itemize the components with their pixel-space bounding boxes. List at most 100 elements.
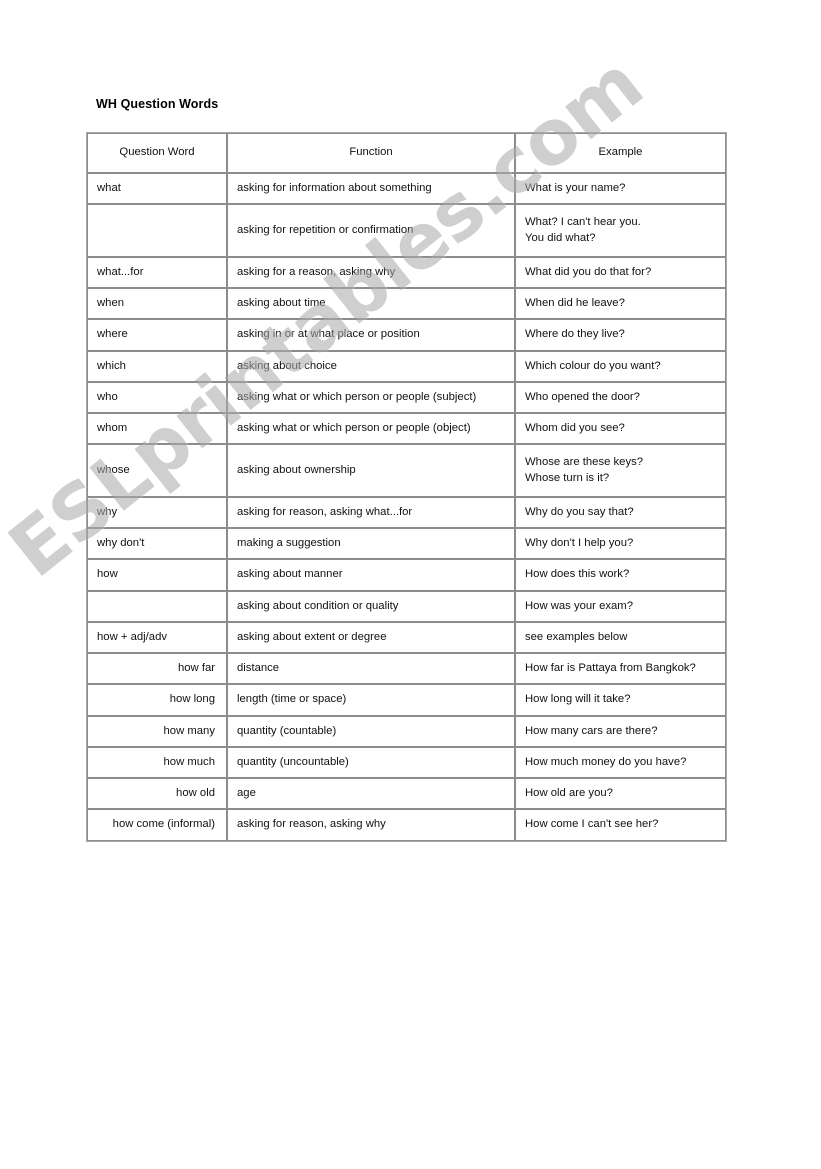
cell-function: asking for repetition or confirmation	[227, 204, 515, 257]
example-line: How long will it take?	[525, 693, 631, 706]
cell-example: How far is Pattaya from Bangkok?	[515, 653, 726, 685]
cell-example: Which colour do you want?	[515, 350, 726, 382]
example-line: How was your exam?	[525, 599, 633, 612]
cell-question-word: how long	[87, 684, 227, 716]
cell-question-word: where	[87, 319, 227, 351]
cell-question-word: how much	[87, 746, 227, 778]
cell-question-word	[87, 204, 227, 257]
cell-function: asking about ownership	[227, 444, 515, 497]
cell-question-word: how many	[87, 715, 227, 747]
cell-question-word: how	[87, 559, 227, 591]
cell-example: How does this work?	[515, 559, 726, 591]
example-line: Who opened the door?	[525, 390, 640, 403]
cell-example: What is your name?	[515, 173, 726, 205]
cell-example: What? I can't hear you. You did what?	[515, 204, 726, 257]
column-header-example: Example	[515, 133, 726, 173]
table-row: how much quantity (uncountable) How much m…	[87, 746, 726, 778]
cell-question-word: what...for	[87, 256, 227, 288]
cell-example: How long will it take?	[515, 684, 726, 716]
cell-question-word: what	[87, 173, 227, 205]
wh-question-words-table: Question Word Function Example what askin…	[86, 132, 727, 842]
cell-question-word: who	[87, 381, 227, 413]
example-line: What is your name?	[525, 182, 626, 194]
cell-example: How come I can't see her?	[515, 809, 726, 841]
cell-example: Whose are these keys? Whose turn is it?	[515, 444, 726, 497]
cell-function: asking for a reason, asking why	[227, 256, 515, 288]
cell-question-word: how old	[87, 778, 227, 810]
cell-function: distance	[227, 653, 515, 685]
cell-question-word: whose	[87, 444, 227, 497]
wh-question-words-table-container: Question Word Function Example what askin…	[86, 132, 727, 842]
example-line: What? I can't hear you.	[525, 216, 641, 229]
cell-example: Why don't I help you?	[515, 528, 726, 560]
cell-function: asking for information about something	[227, 173, 515, 205]
cell-function: making a suggestion	[227, 528, 515, 560]
cell-question-word: when	[87, 288, 227, 320]
cell-example: How many cars are there?	[515, 715, 726, 747]
cell-function: asking about extent or degree	[227, 621, 515, 653]
cell-function: asking about time	[227, 288, 515, 320]
cell-function: asking what or which person or people (o…	[227, 413, 515, 445]
cell-example: Who opened the door?	[515, 381, 726, 413]
cell-question-word	[87, 590, 227, 622]
cell-function: length (time or space)	[227, 684, 515, 716]
cell-question-word: why don't	[87, 528, 227, 560]
cell-function: asking about condition or quality	[227, 590, 515, 622]
page-title: WH Question Words	[96, 97, 219, 111]
cell-example: What did you do that for?	[515, 256, 726, 288]
cell-function: quantity (uncountable)	[227, 746, 515, 778]
table-row: how many quantity (countable) How many car…	[87, 715, 726, 747]
cell-example: When did he leave?	[515, 288, 726, 320]
cell-function: asking about choice	[227, 350, 515, 382]
example-line: Why do you say that?	[525, 505, 634, 518]
table-row: how asking about manner How does this work…	[87, 559, 726, 591]
table-header: Question Word Function Example	[87, 133, 726, 173]
example-line: Why don't I help you?	[525, 537, 634, 549]
cell-function: asking for reason, asking why	[227, 809, 515, 841]
table-header-row: Question Word Function Example	[87, 133, 726, 173]
table-row: whom asking what or which person or peopl…	[87, 413, 726, 445]
table-row: why don't making a suggestion Why don't I …	[87, 528, 726, 560]
cell-example: see examples below	[515, 621, 726, 653]
example-line: How many cars are there?	[525, 724, 658, 737]
example-line: How much money do you have?	[525, 755, 687, 768]
column-header-question-word: Question Word	[87, 133, 227, 173]
table-row: how far distance How far is Pattaya from B…	[87, 653, 726, 685]
example-line: You did what?	[525, 231, 596, 244]
cell-question-word: why	[87, 496, 227, 528]
cell-example: How old are you?	[515, 778, 726, 810]
cell-function: quantity (countable)	[227, 715, 515, 747]
table-row: asking about condition or quality How was…	[87, 590, 726, 622]
table-row: when asking about time When did he leave?	[87, 288, 726, 320]
table-row: whose asking about ownership Whose are the…	[87, 444, 726, 497]
cell-function: asking for reason, asking what...for	[227, 496, 515, 528]
cell-example: Whom did you see?	[515, 413, 726, 445]
example-line: Which colour do you want?	[525, 359, 661, 372]
column-header-function: Function	[227, 133, 515, 173]
table-row: how + adj/adv asking about extent or degr…	[87, 621, 726, 653]
cell-question-word: how + adj/adv	[87, 621, 227, 653]
cell-function: asking what or which person or people (s…	[227, 381, 515, 413]
table-row: asking for repetition or confirmation Wha…	[87, 204, 726, 257]
example-line: When did he leave?	[525, 297, 625, 309]
cell-function: asking in or at what place or position	[227, 319, 515, 351]
cell-example: How much money do you have?	[515, 746, 726, 778]
table-row: what...for asking for a reason, asking wh…	[87, 256, 726, 288]
table-row: how come (informal) asking for reason, as…	[87, 809, 726, 841]
cell-function: age	[227, 778, 515, 810]
table-body: what asking for information about somethi…	[87, 173, 726, 841]
table-row: who asking what or which person or people…	[87, 381, 726, 413]
example-line: see examples below	[525, 630, 628, 643]
example-line: What did you do that for?	[525, 265, 652, 278]
cell-example: Why do you say that?	[515, 496, 726, 528]
cell-example: Where do they live?	[515, 319, 726, 351]
worksheet-page: WH Question Words Question Word Function…	[0, 0, 821, 1169]
table-row: how old age How old are you?	[87, 778, 726, 810]
cell-function: asking about manner	[227, 559, 515, 591]
cell-question-word: which	[87, 350, 227, 382]
table-row: what asking for information about somethi…	[87, 173, 726, 205]
example-line: Whom did you see?	[525, 422, 625, 434]
example-line: How does this work?	[525, 568, 630, 581]
example-line: Whose are these keys?	[525, 456, 644, 469]
cell-question-word: how far	[87, 653, 227, 685]
